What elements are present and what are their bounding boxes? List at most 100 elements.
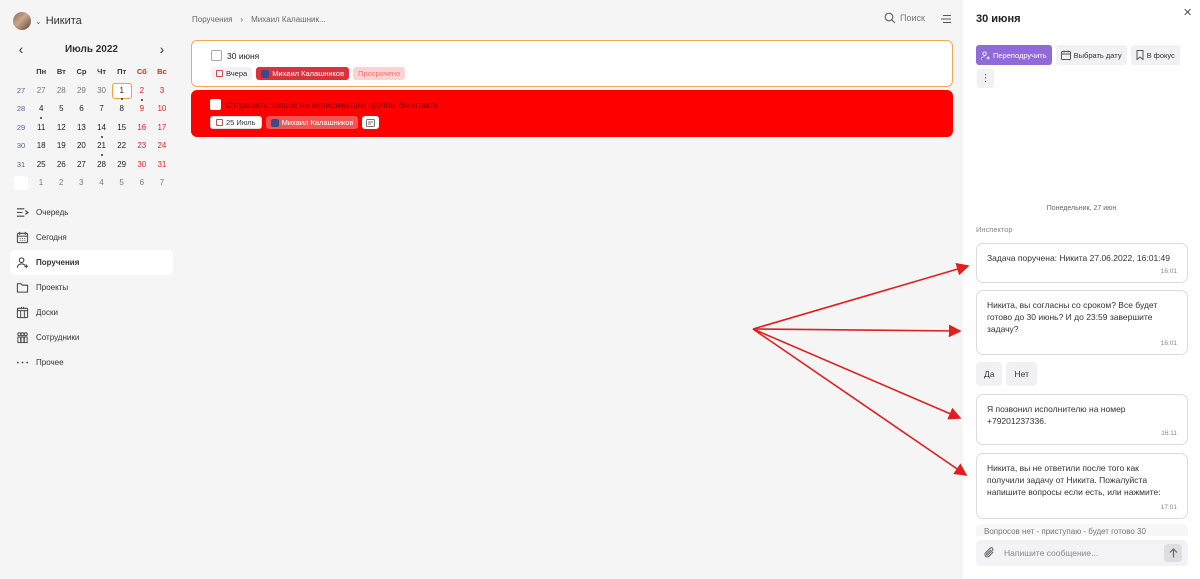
queue-icon [16, 206, 29, 219]
reassign-label: Переподручить [993, 50, 1047, 60]
sidebar-item-boards[interactable]: Доски [10, 300, 173, 325]
task-date-tag[interactable]: Вчера [211, 67, 253, 80]
task-title[interactable]: Отправить запрос на верификацию группы В… [226, 100, 438, 110]
chevron-right-icon[interactable]: › [154, 41, 170, 57]
calendar-day[interactable]: 28 [51, 83, 71, 99]
annotation-arrow [752, 324, 962, 338]
message-input[interactable] [1004, 546, 1144, 560]
task-checkbox[interactable] [211, 50, 222, 61]
calendar-day[interactable]: 24 [152, 138, 172, 154]
calendar-week-row: 31 25 26 27 28 29 30 31 [11, 156, 172, 175]
message-text: Никита, вы согласны со сроком? Все будет… [987, 300, 1158, 334]
reply-yes-button[interactable]: Да [976, 362, 1003, 386]
calendar-day[interactable]: 7 [92, 101, 112, 117]
calendar-day[interactable]: 26 [51, 157, 71, 173]
calendar-day[interactable]: 4 [31, 101, 51, 120]
calendar-day[interactable]: 13 [71, 120, 91, 136]
paperclip-icon[interactable] [983, 546, 996, 561]
focus-button[interactable]: В фокус [1130, 45, 1180, 65]
focus-label: В фокус [1146, 50, 1175, 60]
calendar-day[interactable]: 27 [31, 83, 51, 99]
task-title[interactable]: 30 июня [227, 51, 259, 61]
search-label: Поиск [900, 13, 925, 23]
calendar-icon [216, 70, 223, 77]
reply-no-button[interactable]: Нет [1006, 362, 1037, 386]
sidebar-item-queue[interactable]: Очередь [10, 200, 173, 225]
avatar [270, 118, 279, 127]
calendar-day[interactable]: 5 [51, 101, 71, 117]
calendar-day[interactable]: 10 [152, 101, 172, 117]
calendar-day[interactable]: 22 [112, 138, 132, 154]
task-card[interactable]: 30 июня Вчера Михаил Калашников Просроче… [191, 40, 953, 87]
calendar-day[interactable]: 25 [31, 157, 51, 173]
calendar-day[interactable]: 12 [51, 120, 71, 136]
calendar-day[interactable]: 2 [132, 83, 152, 101]
close-icon[interactable]: ✕ [1183, 6, 1192, 19]
calendar-day[interactable]: 23 [132, 138, 152, 154]
avatar[interactable] [13, 12, 31, 30]
calendar-day[interactable]: 20 [71, 138, 91, 154]
calendar-day[interactable]: 16 [132, 120, 152, 136]
calendar-day[interactable]: 18 [31, 138, 51, 154]
sidebar-item-today[interactable]: Сегодня [10, 225, 173, 250]
filter-menu-icon[interactable] [940, 13, 952, 27]
note-icon[interactable] [362, 116, 380, 129]
calendar-day[interactable]: 5 [112, 175, 132, 191]
calendar-day[interactable]: 4 [91, 175, 111, 191]
user-menu[interactable]: ⌄ Никита [13, 12, 82, 30]
weekday-label: Пт [117, 67, 127, 77]
sidebar-item-assignments[interactable]: Поручения [10, 250, 173, 275]
task-checkbox[interactable] [210, 99, 221, 110]
calendar-day[interactable]: 6 [132, 175, 152, 191]
calendar-day[interactable]: 8 [112, 101, 132, 117]
calendar-day[interactable]: 30 [92, 83, 112, 99]
breadcrumb-root[interactable]: Поручения [192, 15, 232, 24]
more-dots-icon [16, 356, 29, 369]
calendar-day[interactable]: 19 [51, 138, 71, 154]
calendar-day[interactable]: 30 [132, 157, 152, 173]
calendar-day[interactable]: 7 [152, 175, 172, 191]
chat-message: Я позвонил исполнителю на номер +7920123… [976, 394, 1188, 445]
user-name[interactable]: Никита [46, 15, 82, 27]
task-assignee-tag[interactable]: Михаил Калашников [265, 116, 359, 129]
calendar-day[interactable]: 1 [31, 175, 51, 191]
sidebar-item-projects[interactable]: Проекты [10, 275, 173, 300]
chevron-down-icon[interactable]: ⌄ [35, 17, 42, 26]
calendar-day[interactable]: 21 [92, 138, 112, 157]
calendar-day[interactable]: 2 [51, 175, 71, 191]
calendar-day[interactable]: 17 [152, 120, 172, 136]
calendar-day[interactable]: 15 [112, 120, 132, 136]
task-card[interactable]: Отправить запрос на верификацию группы В… [191, 90, 953, 137]
quick-reply-option[interactable]: Вопросов нет - приступаю - будет готово … [976, 524, 1188, 536]
calendar-day[interactable]: 3 [152, 83, 172, 99]
calendar-day[interactable]: 14 [92, 120, 112, 138]
send-button[interactable] [1164, 544, 1182, 562]
calendar-day[interactable]: 11 [31, 120, 51, 136]
message-time: 16:01 [1160, 268, 1177, 275]
annotation-arrow [752, 263, 970, 330]
chevron-left-icon[interactable]: ‹ [13, 41, 29, 57]
calendar-day[interactable]: 29 [71, 83, 91, 99]
annotation-arrow [752, 328, 962, 420]
calendar-day[interactable]: 27 [71, 157, 91, 173]
reassign-button[interactable]: Переподручить [976, 45, 1052, 65]
chat-message: Никита, вы не ответили после того как по… [976, 453, 1188, 519]
task-assignee: Михаил Калашников [281, 118, 354, 127]
calendar-day[interactable]: 31 [152, 157, 172, 173]
more-vertical-icon[interactable]: ⋮ [977, 69, 994, 88]
annotation-arrow [752, 328, 968, 476]
sidebar-item-label: Сегодня [36, 233, 67, 242]
task-assignee-tag[interactable]: Михаил Калашников [256, 67, 350, 80]
calendar-day[interactable]: 28 [92, 157, 112, 173]
arrow-up-icon [1169, 548, 1177, 558]
search-button[interactable]: Поиск [884, 12, 925, 24]
pick-date-button[interactable]: Выбрать дату [1055, 45, 1127, 65]
task-date-tag[interactable]: 25 Июль [210, 116, 262, 129]
calendar-day[interactable]: 29 [112, 157, 132, 173]
calendar-day[interactable]: 6 [71, 101, 91, 117]
calendar-day-today[interactable]: 1 [111, 82, 132, 100]
sidebar-item-employees[interactable]: Сотрудники [10, 325, 173, 350]
calendar-day[interactable]: 9 [132, 101, 152, 117]
calendar-day[interactable]: 3 [71, 175, 91, 191]
sidebar-item-other[interactable]: Прочее [10, 350, 173, 375]
